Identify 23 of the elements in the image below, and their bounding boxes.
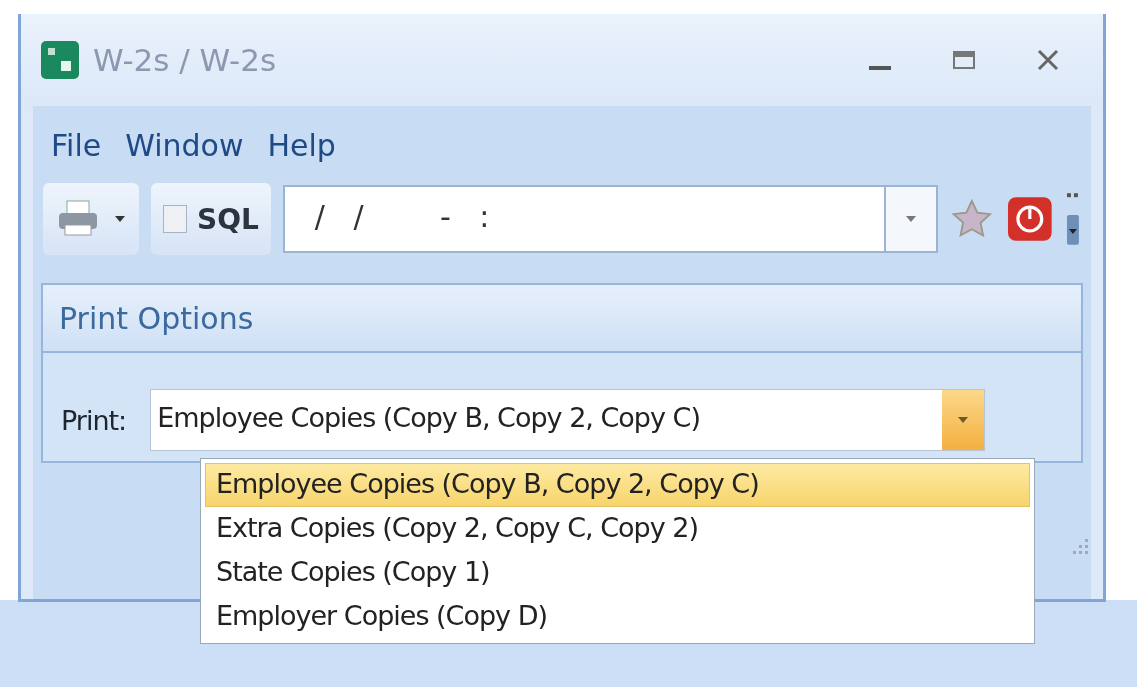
power-icon[interactable] [1005, 195, 1054, 243]
caret-icon [113, 214, 127, 224]
sql-checkbox[interactable]: SQL [151, 183, 271, 255]
minimize-icon [869, 66, 891, 70]
datetime-field[interactable]: / / - : [282, 185, 938, 253]
resize-grip-icon [1071, 537, 1091, 557]
app-icon [41, 41, 79, 79]
dropdown-option[interactable]: Extra Copies (Copy 2, Copy C, Copy 2) [205, 507, 1030, 551]
print-select[interactable]: Employee Copies (Copy B, Copy 2, Copy C) [150, 389, 986, 451]
print-button[interactable] [43, 183, 139, 255]
panel-title: Print Options [43, 285, 1081, 353]
close-icon [1035, 47, 1061, 73]
window-title: W-2s / W-2s [93, 42, 278, 78]
caret-icon [904, 215, 917, 223]
caret-icon [957, 416, 970, 424]
menu-item[interactable]: Help [267, 128, 336, 163]
dropdown-option[interactable]: State Copies (Copy 1) [205, 551, 1030, 595]
dropdown-option[interactable]: Employer Copies (Copy D) [205, 595, 1030, 639]
menu-item[interactable]: Window [125, 128, 244, 163]
menu-item[interactable]: File [51, 128, 102, 163]
dropdown-button[interactable] [883, 187, 936, 251]
dropdown-option[interactable]: Employee Copies (Copy B, Copy 2, Copy C) [205, 463, 1030, 507]
print-label: Print: [61, 404, 127, 436]
